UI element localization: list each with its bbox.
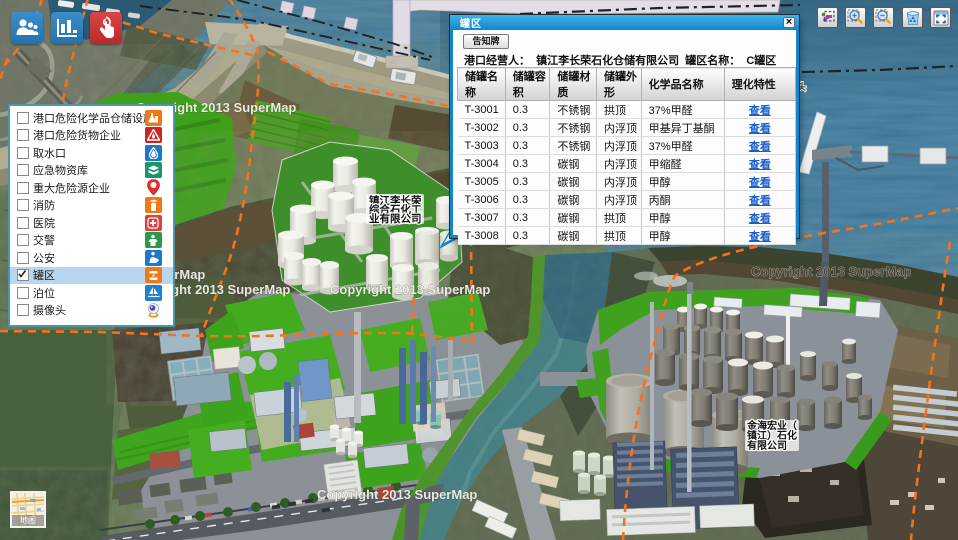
svg-text:Copyright 2013 SuperMap: Copyright 2013 SuperMap — [317, 487, 477, 502]
svg-text:有限公司: 有限公司 — [747, 439, 787, 452]
svg-text:Copyright 2013 SuperMap: Copyright 2013 SuperMap — [330, 282, 490, 297]
svg-text:Copyright 2013 SuperMap: Copyright 2013 SuperMap — [751, 264, 911, 279]
svg-text:业有限公司: 业有限公司 — [369, 212, 422, 225]
